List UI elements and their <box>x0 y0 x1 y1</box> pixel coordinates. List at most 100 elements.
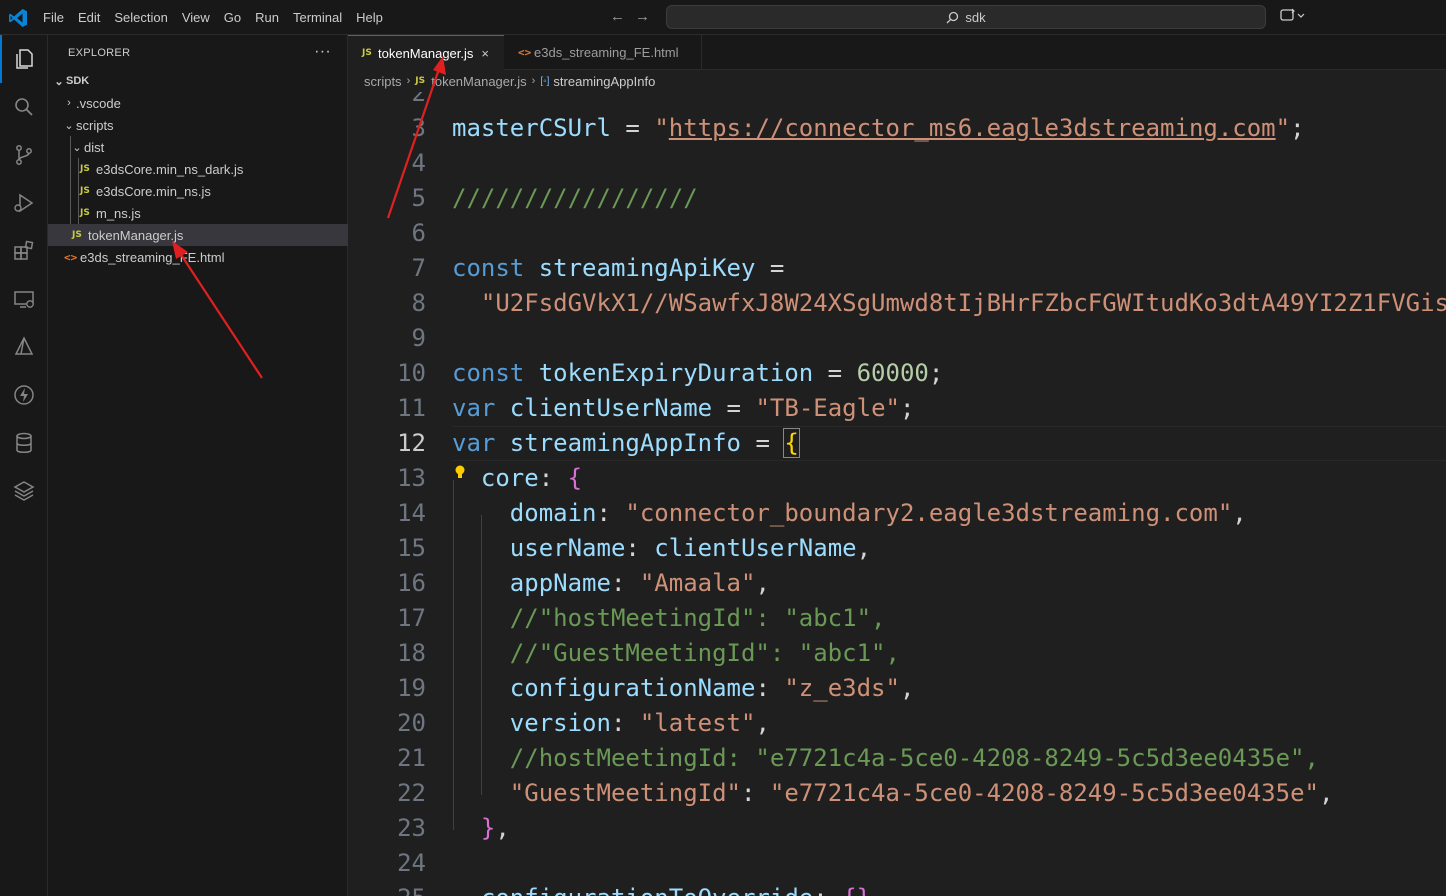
explorer-activity-button[interactable] <box>0 35 48 83</box>
line-number: 21 <box>397 744 426 772</box>
run-debug-activity-button[interactable] <box>0 179 48 227</box>
code-line: 25 configurationToOverride: {} <box>348 881 1446 896</box>
extensions-icon <box>14 240 34 260</box>
tree-item-scripts[interactable]: ⌄ scripts <box>48 114 361 136</box>
code-line: 6 <box>348 216 1446 251</box>
line-number: 12 <box>397 429 426 457</box>
line-number: 8 <box>411 289 426 317</box>
chevron-down-icon: ⌄ <box>64 119 74 132</box>
remote-explorer-activity-button[interactable] <box>0 275 48 323</box>
database-activity-button[interactable] <box>0 419 48 467</box>
explorer-title: EXPLORER <box>68 46 131 59</box>
tab-label: tokenManager.js <box>378 45 474 61</box>
run-debug-icon <box>14 193 34 213</box>
search-text: sdk <box>965 9 986 25</box>
javascript-file-icon: JS <box>362 48 372 58</box>
code-text: const tokenExpiryDuration = 60000; <box>452 359 944 387</box>
back-arrow-icon[interactable]: ← <box>610 8 625 25</box>
line-number: 13 <box>397 464 426 492</box>
line-number: 5 <box>411 184 426 212</box>
javascript-file-icon: JS <box>72 230 82 240</box>
line-number: 4 <box>411 149 426 177</box>
tree-item-label: tokenManager.js <box>88 227 184 243</box>
extensions-activity-button[interactable] <box>0 227 48 275</box>
tree-item-vscode[interactable]: › .vscode <box>48 92 361 114</box>
explorer-sidebar: EXPLORER ··· ⌄ SDK › .vscode ⌄ scripts ⌄… <box>48 35 371 896</box>
chevron-right-icon: › <box>67 97 71 109</box>
code-line: 2 <box>348 92 1446 111</box>
code-text: domain: "connector_boundary2.eagle3dstre… <box>452 499 1247 527</box>
source-control-icon <box>16 145 32 165</box>
menu-file[interactable]: File <box>36 0 71 35</box>
search-activity-button[interactable] <box>0 83 48 131</box>
chevron-down-icon: ⌄ <box>54 75 64 88</box>
menu-go[interactable]: Go <box>217 0 248 35</box>
tree-item-m-ns[interactable]: JS m_ns.js <box>48 202 379 224</box>
azure-icon <box>14 336 34 355</box>
copilot-menu[interactable] <box>1280 8 1306 27</box>
code-text: var streamingAppInfo = { <box>452 428 800 458</box>
line-number: 9 <box>411 324 426 352</box>
thunder-client-activity-button[interactable] <box>0 371 48 419</box>
code-line: 10 const tokenExpiryDuration = 60000; <box>348 356 1446 391</box>
command-center-search[interactable]: sdk <box>666 5 1266 29</box>
line-number: 22 <box>397 779 426 807</box>
line-number: 23 <box>397 814 426 842</box>
code-text: configurationToOverride: {} <box>452 881 871 896</box>
layers-activity-button[interactable] <box>0 467 48 515</box>
javascript-file-icon: JS <box>415 76 426 86</box>
code-text: var clientUserName = "TB-Eagle"; <box>452 394 915 422</box>
tab-label: e3ds_streaming_FE.html <box>534 45 679 60</box>
menu-edit[interactable]: Edit <box>71 0 107 35</box>
tree-item-tokenmanager[interactable]: JS tokenManager.js <box>48 224 371 246</box>
html-file-icon: <> <box>518 46 532 59</box>
menu-selection[interactable]: Selection <box>107 0 174 35</box>
tree-item-label: m_ns.js <box>96 205 141 221</box>
breadcrumb: scripts › JS tokenManager.js › [◦] strea… <box>348 70 1446 92</box>
menu-view[interactable]: View <box>175 0 217 35</box>
line-number: 19 <box>397 674 426 702</box>
code-line: 9 <box>348 321 1446 356</box>
tree-item-label: e3ds_streaming_FE.html <box>80 249 225 265</box>
line-number: 7 <box>411 254 426 282</box>
chevron-right-icon: › <box>531 75 536 87</box>
html-file-icon: <> <box>64 250 78 264</box>
code-text: "U2FsdGVkX1//WSawfxJ8W24XSgUmwd8tIjBHrFZ… <box>452 289 1446 317</box>
tab-tokenmanager[interactable]: JS tokenManager.js × <box>348 35 504 70</box>
breadcrumb-folder[interactable]: scripts <box>364 74 402 89</box>
tree-item-dist[interactable]: ⌄ dist <box>48 136 369 158</box>
menu-run[interactable]: Run <box>248 0 286 35</box>
line-number: 14 <box>397 499 426 527</box>
variable-symbol-icon: [◦] <box>540 75 550 87</box>
menu-help[interactable]: Help <box>349 0 390 35</box>
tree-item-e3ds-streaming-fe[interactable]: <> e3ds_streaming_FE.html <box>48 246 363 268</box>
javascript-file-icon: JS <box>80 186 90 196</box>
tree-item-label: dist <box>84 139 105 155</box>
vscode-logo-icon[interactable] <box>8 8 28 28</box>
tree-item-e3dscore-min-ns[interactable]: JS e3dsCore.min_ns.js <box>48 180 379 202</box>
line-number: 24 <box>397 849 426 877</box>
menu-terminal[interactable]: Terminal <box>286 0 349 35</box>
line-number: 10 <box>397 359 426 387</box>
breadcrumb-symbol[interactable]: streamingAppInfo <box>553 74 655 89</box>
forward-arrow-icon[interactable]: → <box>635 8 650 25</box>
breadcrumb-file[interactable]: tokenManager.js <box>431 74 526 89</box>
search-icon <box>15 98 33 116</box>
code-line: 21 //hostMeetingId: "e7721c4a-5ce0-4208-… <box>348 741 1446 776</box>
code-line: 15 userName: clientUserName, <box>348 531 1446 566</box>
azure-activity-button[interactable] <box>0 323 48 371</box>
code-text: userName: clientUserName, <box>452 534 872 562</box>
line-number: 17 <box>397 604 426 632</box>
code-editor[interactable]: 2 3 masterCSUrl = "https://connector_ms6… <box>348 92 1446 896</box>
code-line: 4 <box>348 146 1446 181</box>
more-actions-icon[interactable]: ··· <box>314 43 331 61</box>
source-control-activity-button[interactable] <box>0 131 48 179</box>
navigation-arrows: ← → <box>610 8 650 25</box>
tree-item-e3dscore-min-ns-dark[interactable]: JS e3dsCore.min_ns_dark.js <box>48 158 379 180</box>
tree-root-sdk[interactable]: ⌄ SDK <box>48 70 351 92</box>
line-number: 2 <box>411 92 426 107</box>
close-icon[interactable]: × <box>481 46 489 61</box>
tab-e3ds-streaming-fe[interactable]: <> e3ds_streaming_FE.html <box>504 35 702 70</box>
code-line: 17 //"hostMeetingId": "abc1", <box>348 601 1446 636</box>
line-number: 15 <box>397 534 426 562</box>
